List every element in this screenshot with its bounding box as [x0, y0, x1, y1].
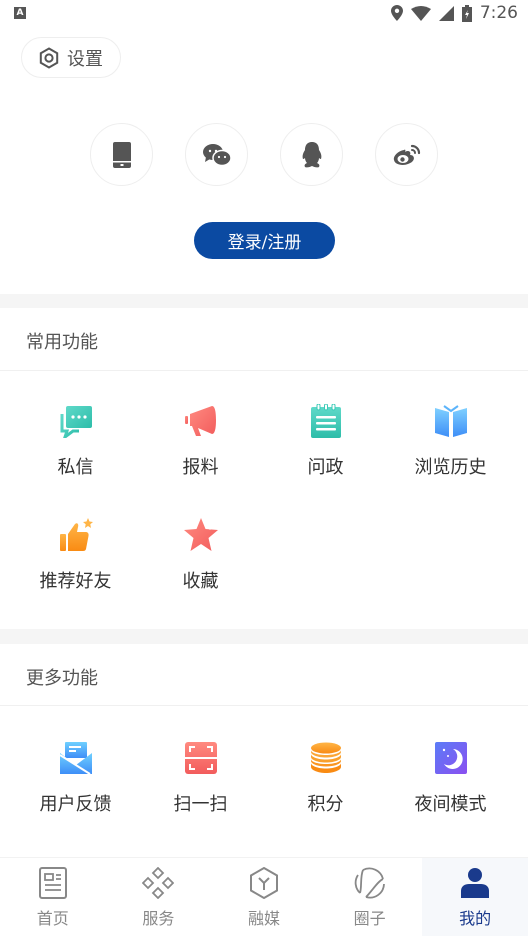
coins-icon	[310, 742, 341, 773]
feature-scan[interactable]: 扫一扫	[138, 740, 263, 816]
star-icon	[183, 518, 218, 551]
battery-icon	[461, 4, 472, 22]
feature-recommend-friends[interactable]: 推荐好友	[13, 517, 138, 593]
tab-label: 我的	[459, 909, 492, 928]
settings-label: 设置	[67, 48, 103, 70]
status-bar: A 7:26	[0, 0, 528, 28]
envelope-icon	[58, 742, 92, 775]
feature-night-mode[interactable]: 夜间模式	[388, 740, 513, 816]
moon-icon	[434, 742, 467, 774]
divider	[0, 370, 528, 371]
tab-label: 服务	[142, 909, 175, 928]
feature-label: 夜间模式	[414, 794, 487, 815]
tab-label: 融媒	[247, 909, 280, 928]
bottom-tab-bar: 首页 服务 融媒 圈子 我的	[0, 857, 528, 936]
settings-button[interactable]: 设置	[21, 37, 121, 78]
notepad-icon	[310, 404, 341, 438]
feature-label: 积分	[307, 794, 344, 815]
megaphone-icon	[184, 406, 216, 436]
wifi-icon	[410, 5, 431, 21]
open-book-icon	[434, 405, 467, 437]
feature-label: 私信	[57, 457, 94, 478]
user-icon	[461, 868, 490, 898]
feature-label: 推荐好友	[39, 571, 112, 592]
chat-bubble-icon	[60, 406, 92, 438]
tab-label: 圈子	[353, 909, 386, 928]
qq-icon	[302, 141, 321, 167]
signal-icon	[438, 5, 454, 21]
feature-inquiry[interactable]: 问政	[263, 403, 388, 479]
divider	[0, 705, 528, 706]
tab-home[interactable]: 首页	[0, 858, 106, 936]
scan-icon	[184, 742, 217, 774]
feature-label: 浏览历史	[414, 457, 487, 478]
feature-report[interactable]: 报料	[138, 403, 263, 479]
diamonds-icon	[142, 867, 175, 899]
location-icon	[390, 5, 403, 21]
feature-label: 报料	[182, 457, 219, 478]
hexagon-settings-icon	[39, 46, 59, 69]
circle-ring-icon	[354, 867, 385, 899]
section-gap	[0, 629, 528, 644]
feature-user-feedback[interactable]: 用户反馈	[13, 740, 138, 816]
tab-label: 首页	[36, 909, 69, 928]
feature-private-message[interactable]: 私信	[13, 403, 138, 479]
feature-label: 收藏	[182, 571, 219, 592]
phone-login-button[interactable]	[90, 123, 153, 186]
tab-mine[interactable]: 我的	[422, 858, 528, 936]
thumbs-up-icon	[59, 518, 93, 551]
app-notification-icon: A	[14, 7, 26, 19]
feature-label: 用户反馈	[39, 794, 112, 815]
news-icon	[38, 867, 67, 899]
common-features-title: 常用功能	[26, 332, 98, 353]
weibo-icon	[393, 144, 420, 165]
feature-favorites[interactable]: 收藏	[138, 517, 263, 593]
social-login-row	[90, 123, 438, 186]
tab-services[interactable]: 服务	[106, 858, 212, 936]
login-register-button[interactable]: 登录/注册	[194, 222, 335, 259]
section-gap	[0, 294, 528, 308]
feature-label: 问政	[307, 457, 344, 478]
wechat-login-button[interactable]	[185, 123, 248, 186]
weibo-login-button[interactable]	[375, 123, 438, 186]
more-features-title: 更多功能	[26, 668, 98, 689]
hexagon-y-icon	[249, 867, 278, 899]
feature-label: 扫一扫	[173, 794, 228, 815]
tab-circle[interactable]: 圈子	[317, 858, 423, 936]
feature-browse-history[interactable]: 浏览历史	[388, 403, 513, 479]
wechat-icon	[202, 143, 231, 166]
tab-media[interactable]: 融媒	[211, 858, 317, 936]
status-time: 7:26	[479, 3, 518, 23]
qq-login-button[interactable]	[280, 123, 343, 186]
feature-points[interactable]: 积分	[263, 740, 388, 816]
phone-icon	[112, 141, 131, 168]
